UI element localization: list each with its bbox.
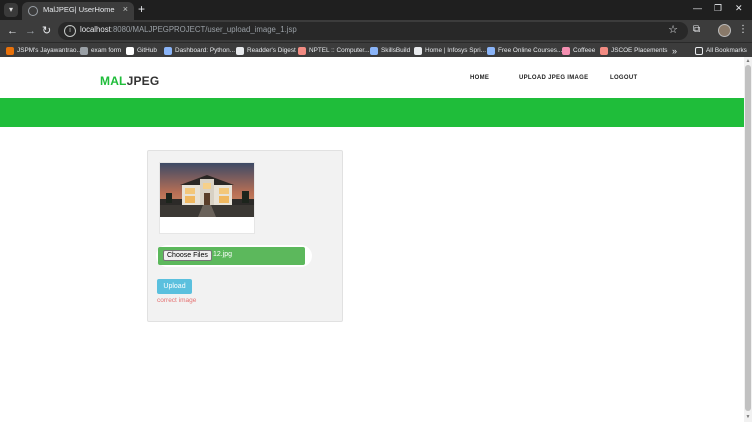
logo-part-1: MAL [100,74,127,88]
uploaded-image-preview [160,163,254,217]
bookmark-label: NPTEL :: Computer... [309,47,370,54]
bookmark-label: Free Online Courses... [498,47,563,54]
bookmark-item[interactable]: JSPM's Jayawantrao... [6,44,82,57]
tab-search-icon[interactable]: ▾ [4,3,18,17]
bookmark-item[interactable]: Free Online Courses... [487,44,562,57]
globe-icon [28,6,38,16]
all-bookmarks-folder[interactable]: All Bookmarks [695,44,747,57]
bookmark-item[interactable]: exam form [80,44,121,57]
page-scrollbar[interactable]: ▲ ▼ [744,57,752,422]
bookmark-favicon-icon [298,46,306,55]
site-logo[interactable]: MALJPEG [100,74,159,88]
web-page: MALJPEG HOME UPLOAD JPEG IMAGE LOGOUT Ch… [0,57,744,422]
image-preview-frame [159,162,255,234]
bookmark-favicon-icon [164,46,172,55]
bookmark-item[interactable]: Dashboard: Python... [164,44,235,57]
url-host: localhost [80,25,111,34]
scrollbar-thumb[interactable] [745,65,751,411]
selected-file-name: 12.jpg [213,251,233,258]
scroll-down-icon[interactable]: ▼ [745,414,751,420]
bookmark-item[interactable]: Home | Infosys Spri... [414,44,486,57]
bookmark-label: GitHub [137,47,157,54]
extensions-icon[interactable]: ⧉ [693,24,700,35]
browser-toolbar: ← → ↻ i localhost:8080/MALJPEGPROJECT/us… [0,20,752,42]
github-icon [126,46,134,55]
bookmark-label: JSCOE Placements [611,47,668,54]
nav-logout[interactable]: LOGOUT [610,75,637,81]
bookmark-favicon-icon [414,46,422,55]
restore-icon[interactable]: ❐ [714,3,722,14]
bookmark-favicon-icon [562,46,570,55]
bookmark-item[interactable]: Coffeee [562,44,595,57]
reload-icon[interactable]: ↻ [42,24,51,38]
bookmark-favicon-icon [80,46,88,55]
bookmark-favicon-icon [600,46,608,55]
bookmark-favicon-icon [236,46,244,55]
bookmark-item[interactable]: Readder's Digest [236,44,296,57]
header-band [0,98,744,127]
bookmarks-overflow-icon[interactable]: » [672,44,677,57]
new-tab-icon[interactable]: + [138,2,145,16]
bookmark-label: SkillsBuild [381,47,411,54]
nav-home[interactable]: HOME [470,75,489,81]
file-input-wrapper: Choose Files 12.jpg [156,245,312,267]
url-path: :8080/MALJPEGPROJECT/user_upload_image_1… [110,25,297,34]
nav-upload-jpeg-image[interactable]: UPLOAD JPEG IMAGE [519,75,588,81]
browser-tab-strip: ▾ MalJPEG| UserHome × + — ❐ ✕ [0,0,752,20]
bookmark-favicon-icon [487,46,495,55]
upload-card: Choose Files 12.jpg Upload correct image [147,150,343,322]
close-tab-icon[interactable]: × [123,4,128,14]
minimize-icon[interactable]: — [693,3,702,13]
close-window-icon[interactable]: ✕ [735,3,743,14]
bookmark-label: Dashboard: Python... [175,47,236,54]
profile-avatar[interactable] [718,24,731,37]
bookmark-item[interactable]: GitHub [126,44,157,57]
bookmark-item[interactable]: JSCOE Placements [600,44,667,57]
more-menu-icon[interactable]: ⋮ [738,24,748,35]
bookmark-label: JSPM's Jayawantrao... [17,47,82,54]
bookmark-label: Coffeee [573,47,596,54]
choose-files-button[interactable]: Choose Files [163,250,212,261]
scroll-up-icon[interactable]: ▲ [745,58,751,64]
file-input[interactable]: Choose Files 12.jpg [158,247,305,265]
upload-button[interactable]: Upload [157,279,192,294]
forward-icon[interactable]: → [25,24,36,38]
bookmark-item[interactable]: NPTEL :: Computer... [298,44,370,57]
status-message: correct image [157,297,197,304]
site-info-icon[interactable]: i [64,25,76,37]
bookmark-label: Home | Infosys Spri... [425,47,486,54]
all-bookmarks-label: All Bookmarks [706,47,747,54]
bookmark-item[interactable]: SkillsBuild [370,44,410,57]
bookmark-label: Readder's Digest [247,47,296,54]
bookmark-favicon-icon [6,46,14,55]
folder-icon [695,46,703,55]
url-text: localhost:8080/MALJPEGPROJECT/user_uploa… [80,25,297,34]
bookmarks-bar: JSPM's Jayawantrao... exam form GitHub D… [0,42,752,57]
address-bar[interactable]: i localhost:8080/MALJPEGPROJECT/user_upl… [58,22,688,40]
bookmark-star-icon[interactable]: ☆ [668,23,678,36]
back-icon[interactable]: ← [7,24,18,38]
bookmark-label: exam form [91,47,122,54]
browser-tab-active[interactable]: MalJPEG| UserHome × [22,2,134,20]
bookmark-favicon-icon [370,46,378,55]
logo-part-2: JPEG [126,74,160,88]
tab-title: MalJPEG| UserHome [43,5,115,14]
